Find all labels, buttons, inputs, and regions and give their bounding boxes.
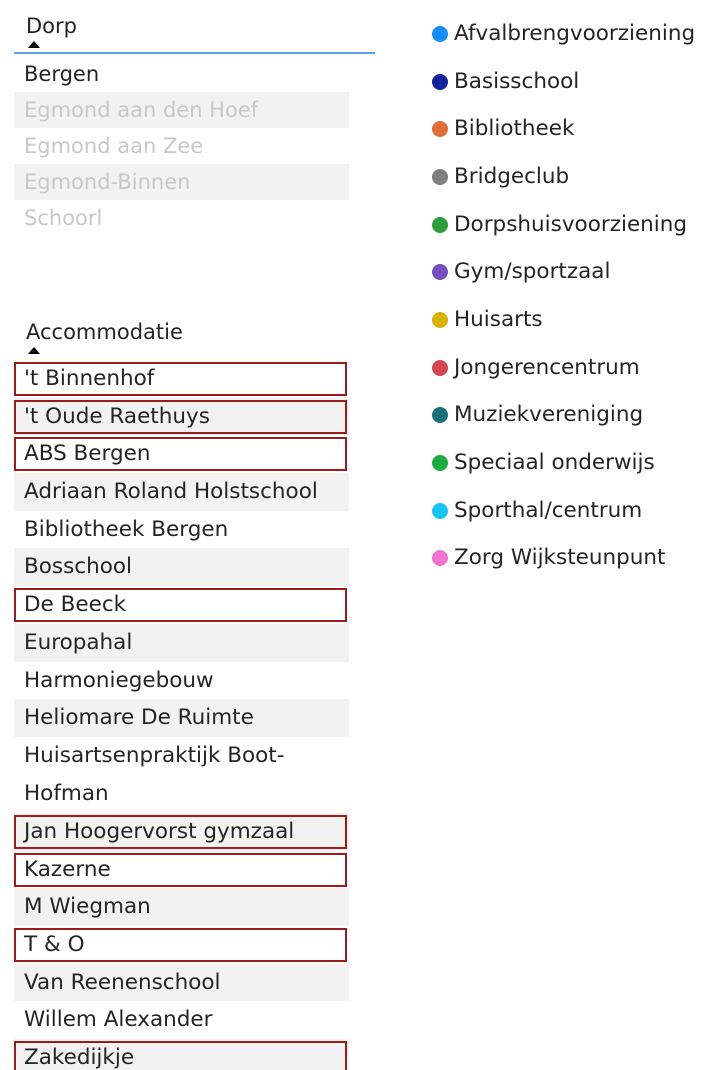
legend-marker-icon xyxy=(432,73,448,90)
legend-item-label: Speciaal onderwijs xyxy=(454,450,655,476)
accommodatie-slicer-item-label: Zakedijkje xyxy=(24,1045,135,1070)
legend-item[interactable]: Gym/sportzaal xyxy=(432,248,695,296)
dorp-slicer-item[interactable]: Egmond aan Zee xyxy=(14,128,349,164)
legend-item[interactable]: Basisschool xyxy=(432,58,695,106)
dorp-slicer-item-label: Schoorl xyxy=(24,206,103,230)
legend-item[interactable]: Muziekvereniging xyxy=(432,392,695,440)
accommodatie-slicer-item-label: Bosschool xyxy=(24,554,133,580)
accommodatie-slicer-item[interactable]: Adriaan Roland Holstschool xyxy=(14,473,349,511)
dorp-slicer-list: Bergen Egmond aan den Hoef Egmond aan Zee E… xyxy=(14,56,349,236)
accommodatie-slicer-item-label: Bibliotheek Bergen xyxy=(24,516,229,542)
dorp-slicer-item-label: Egmond-Binnen xyxy=(24,170,191,194)
dorp-slicer-item-label: Egmond aan den Hoef xyxy=(24,98,259,122)
legend-marker-icon xyxy=(432,121,448,138)
accommodatie-slicer-item[interactable]: Heliomare De Ruimte xyxy=(14,699,349,737)
legend-marker-icon xyxy=(432,168,448,185)
map-legend: Afvalbrengvoorziening Basisschool Biblioth… xyxy=(432,10,695,582)
accommodatie-slicer-item-label: Huisartsenpraktijk Boot-Hofman xyxy=(24,742,285,806)
legend-item[interactable]: Bibliotheek xyxy=(432,105,695,153)
legend-marker-icon xyxy=(432,216,448,233)
dorp-slicer-header: Dorp xyxy=(14,12,375,54)
legend-item[interactable]: Afvalbrengvoorziening xyxy=(432,10,695,58)
accommodatie-slicer-item[interactable]: ABS Bergen xyxy=(14,435,349,473)
accommodatie-slicer-item-label: Heliomare De Ruimte xyxy=(24,705,254,731)
legend-item[interactable]: Speciaal onderwijs xyxy=(432,439,695,487)
legend-item-label: Zorg Wijksteunpunt xyxy=(454,545,666,571)
legend-marker-icon xyxy=(432,407,448,424)
legend-item-label: Huisarts xyxy=(454,306,543,332)
accommodatie-slicer: Accommodatie 't Binnenhof 't Oude Raethuy… xyxy=(14,318,349,1070)
legend-item[interactable]: Jongerencentrum xyxy=(432,344,695,392)
sort-ascending-icon[interactable] xyxy=(28,347,40,354)
legend-item-label: Basisschool xyxy=(454,68,580,94)
legend-item-label: Afvalbrengvoorziening xyxy=(454,20,696,46)
legend-marker-icon xyxy=(432,311,448,328)
legend-item[interactable]: Bridgeclub xyxy=(432,153,695,201)
accommodatie-slicer-item[interactable]: Zakedijkje xyxy=(14,1039,349,1070)
dorp-slicer-item[interactable]: Schoorl xyxy=(14,200,349,236)
legend-item-label: Gym/sportzaal xyxy=(454,259,611,285)
accommodatie-slicer-item[interactable]: Willem Alexander xyxy=(14,1001,349,1039)
accommodatie-slicer-item-label: Jan Hoogervorst gymzaal xyxy=(24,818,295,844)
accommodatie-slicer-item-label: Kazerne xyxy=(24,856,111,882)
legend-item-label: Muziekvereniging xyxy=(454,402,644,428)
legend-marker-icon xyxy=(432,502,448,519)
legend-marker-icon xyxy=(432,550,448,567)
accommodatie-slicer-item-label: ABS Bergen xyxy=(24,441,151,467)
accommodatie-slicer-header: Accommodatie xyxy=(14,318,349,360)
legend-marker-icon xyxy=(432,359,448,376)
accommodatie-slicer-item-label: Van Reenenschool xyxy=(24,969,221,995)
accommodatie-slicer-item[interactable]: 't Oude Raethuys xyxy=(14,397,349,436)
accommodatie-slicer-item-label: Willem Alexander xyxy=(24,1007,213,1033)
legend-item-label: Dorpshuisvoorziening xyxy=(454,211,688,237)
legend-marker-icon xyxy=(432,264,448,281)
accommodatie-slicer-item[interactable]: Harmoniegebouw xyxy=(14,662,349,700)
legend-marker-icon xyxy=(432,25,448,42)
accommodatie-slicer-item[interactable]: M Wiegman xyxy=(14,888,349,926)
dorp-slicer-item[interactable]: Bergen xyxy=(14,56,349,92)
accommodatie-slicer-item[interactable]: Bibliotheek Bergen xyxy=(14,511,349,549)
accommodatie-slicer-item-label: Harmoniegebouw xyxy=(24,667,214,693)
accommodatie-slicer-list: 't Binnenhof 't Oude Raethuys ABS Bergen Ad… xyxy=(14,360,349,1070)
accommodatie-slicer-item-label: Adriaan Roland Holstschool xyxy=(24,479,318,505)
legend-item-label: Sporthal/centrum xyxy=(454,497,643,523)
accommodatie-slicer-item[interactable]: 't Binnenhof xyxy=(14,360,349,398)
legend-item[interactable]: Huisarts xyxy=(432,296,695,344)
accommodatie-slicer-item-label: Europahal xyxy=(24,629,133,655)
accommodatie-slicer-item[interactable]: Van Reenenschool xyxy=(14,963,349,1002)
dorp-slicer-item-label: Egmond aan Zee xyxy=(24,134,204,158)
report-canvas: Dorp Bergen Egmond aan den Hoef Egmond aan… xyxy=(0,0,709,1070)
dorp-slicer: Dorp Bergen Egmond aan den Hoef Egmond aan… xyxy=(14,12,375,236)
accommodatie-slicer-item-label: 't Oude Raethuys xyxy=(24,403,210,429)
accommodatie-slicer-item[interactable]: De Beeck xyxy=(14,586,349,624)
dorp-slicer-title: Dorp xyxy=(26,14,77,38)
accommodatie-slicer-item[interactable]: Europahal xyxy=(14,623,349,662)
accommodatie-slicer-item[interactable]: Jan Hoogervorst gymzaal xyxy=(14,812,349,851)
legend-item-label: Bibliotheek xyxy=(454,116,575,142)
dorp-slicer-item[interactable]: Egmond-Binnen xyxy=(14,164,349,200)
legend-item-label: Jongerencentrum xyxy=(454,354,640,380)
accommodatie-slicer-item-label: De Beeck xyxy=(24,592,127,618)
legend-item[interactable]: Dorpshuisvoorziening xyxy=(432,201,695,249)
accommodatie-slicer-item-label: T & O xyxy=(24,931,85,957)
accommodatie-slicer-item[interactable]: T & O xyxy=(14,926,349,964)
legend-item[interactable]: Sporthal/centrum xyxy=(432,487,695,535)
accommodatie-slicer-item-label: 't Binnenhof xyxy=(24,366,155,391)
legend-marker-icon xyxy=(432,455,448,472)
dorp-slicer-item-label: Bergen xyxy=(24,62,100,86)
accommodatie-slicer-item[interactable]: Kazerne xyxy=(14,851,349,889)
accommodatie-slicer-item[interactable]: Bosschool xyxy=(14,548,349,587)
accommodatie-slicer-title: Accommodatie xyxy=(26,320,183,344)
legend-item[interactable]: Zorg Wijksteunpunt xyxy=(432,535,695,583)
dorp-slicer-item[interactable]: Egmond aan den Hoef xyxy=(14,92,349,128)
accommodatie-slicer-item-label: M Wiegman xyxy=(24,894,151,920)
sort-ascending-icon[interactable] xyxy=(28,41,40,48)
legend-item-label: Bridgeclub xyxy=(454,163,570,189)
accommodatie-slicer-item[interactable]: Huisartsenpraktijk Boot-Hofman xyxy=(14,737,314,813)
